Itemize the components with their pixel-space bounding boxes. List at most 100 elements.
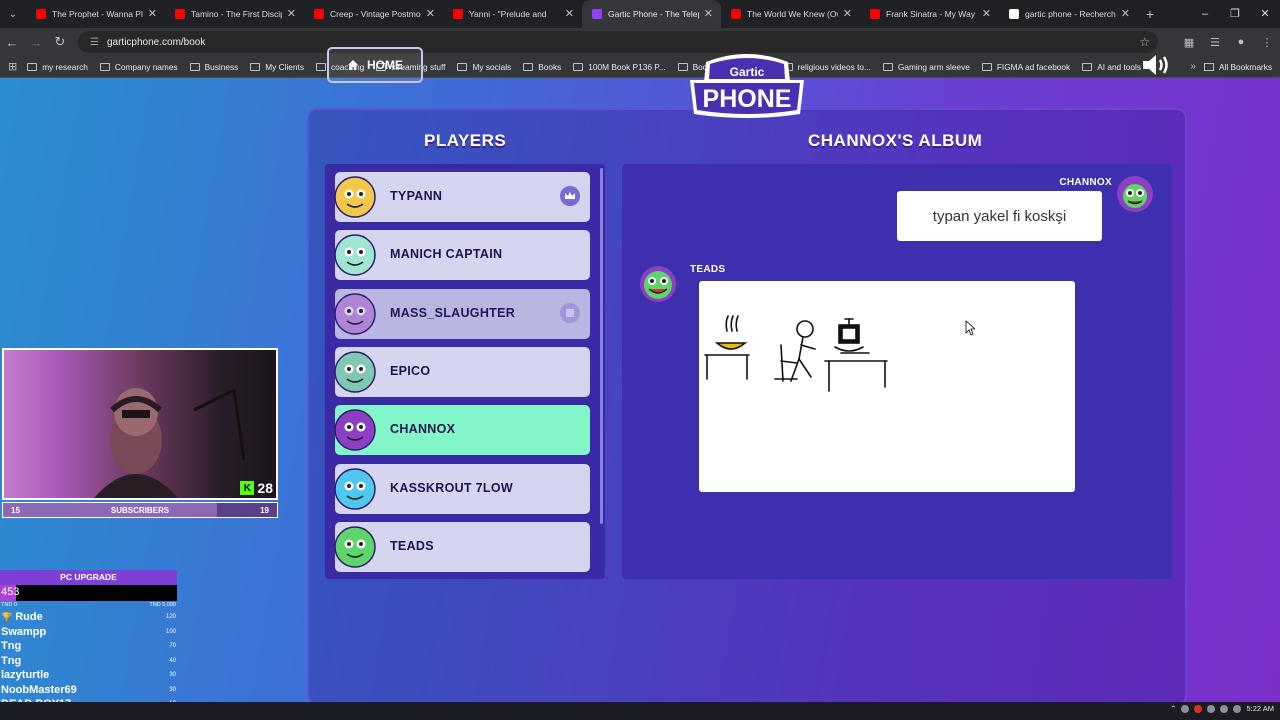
browser-tab[interactable]: The World We Knew (Ove ✕	[721, 0, 860, 28]
browser-tab[interactable]: Gartic Phone - The Teleph ✕	[582, 0, 721, 28]
donor-name: NoobMaster69	[1, 683, 77, 696]
bookmark-label: religious videos to...	[797, 61, 871, 72]
bookmark-folder[interactable]: AI and tools	[1082, 62, 1141, 72]
home-label: HOME	[367, 58, 403, 72]
upgrade-progress-bar: 453	[0, 585, 177, 601]
subs-label: SUBSCRIBERS	[110, 505, 170, 515]
url-text: garticphone.com/book	[106, 36, 206, 48]
upgrade-max: TND 5,000	[149, 602, 176, 608]
folder-icon	[250, 62, 261, 71]
browser-tab[interactable]: Tamino - The First Discipl ✕	[165, 0, 304, 28]
player-avatar	[334, 292, 376, 335]
sound-icon[interactable]	[1141, 53, 1173, 77]
bookmark-folder[interactable]: Books	[523, 62, 561, 72]
teads-drawing	[699, 281, 1075, 492]
tab-close-icon[interactable]: ✕	[287, 8, 296, 20]
bookmark-folder[interactable]: My Clients	[250, 62, 304, 72]
players-scrollbar[interactable]	[600, 168, 603, 524]
tab-close-icon[interactable]: ✕	[1121, 8, 1130, 20]
site-info-icon[interactable]: ☰	[90, 37, 99, 48]
player-row[interactable]: MASS_SLAUGHTER	[334, 288, 590, 339]
player-name: KASSKROUT 7LOW	[390, 480, 513, 495]
folder-icon	[981, 62, 992, 71]
player-avatar	[334, 351, 376, 393]
battery-icon[interactable]	[1233, 704, 1242, 713]
bookmark-folder[interactable]: 100M Book P136 P...	[573, 62, 666, 72]
svg-text:Gartic: Gartic	[730, 65, 765, 79]
tab-favicon-icon	[731, 9, 741, 19]
menu-icon[interactable]: ⋮	[1254, 36, 1280, 49]
bookmark-folder[interactable]: Company names	[99, 62, 178, 72]
donor-row: NoobMaster69 30	[0, 683, 177, 698]
browser-tab[interactable]: Creep - Vintage Postmod ✕	[304, 0, 443, 28]
upgrade-min: TND 0	[1, 602, 17, 608]
player-avatar	[334, 409, 376, 451]
player-row[interactable]: CHANNOX	[334, 405, 590, 456]
tab-close-icon[interactable]: ✕	[148, 8, 157, 20]
tab-favicon-icon	[592, 9, 602, 19]
folder-icon	[457, 62, 468, 71]
bookmark-label: Gaming arm sleeve	[897, 61, 970, 72]
home-icon	[348, 60, 358, 70]
kick-follower-badge: K 28	[240, 480, 273, 496]
player-row[interactable]: TYPANN	[334, 172, 590, 222]
tab-title: gartic phone - Recherche	[1025, 9, 1116, 19]
player-row[interactable]: TEADS	[334, 521, 590, 572]
tab-close-icon[interactable]: ✕	[704, 8, 713, 20]
folder-icon	[882, 62, 893, 71]
tray-chevron-icon[interactable]: ⌃	[1170, 704, 1176, 713]
restore-icon[interactable]: ❐	[1220, 0, 1250, 28]
profile-avatar[interactable]: ●	[1228, 36, 1254, 49]
donor-amount: 120	[165, 614, 176, 621]
tab-close-icon[interactable]: ✕	[426, 8, 435, 20]
tab-close-icon[interactable]: ✕	[843, 8, 852, 20]
forward-icon[interactable]: →	[24, 35, 48, 50]
bookmark-label: Books	[538, 61, 562, 72]
volume-icon[interactable]	[1220, 704, 1229, 713]
bookmark-folder[interactable]: my research	[27, 62, 88, 72]
donor-name: lazyturtle	[1, 669, 50, 682]
mic-icon[interactable]	[1181, 704, 1190, 713]
close-window-icon[interactable]: ✕	[1250, 0, 1280, 28]
new-tab-icon[interactable]: +	[1138, 6, 1162, 22]
bookmarks-overflow-icon[interactable]: »	[1190, 61, 1196, 72]
media-icon[interactable]: ☰	[1202, 36, 1228, 49]
minimize-icon[interactable]: –	[1190, 0, 1220, 28]
apps-grid-icon[interactable]: ⊞	[8, 60, 17, 73]
extensions-icon[interactable]: ▦	[1176, 36, 1202, 49]
tab-search-chevron-icon[interactable]: ⌄	[0, 0, 26, 28]
subscribers-bar: 15 SUBSCRIBERS 19	[2, 502, 278, 518]
player-name: CHANNOX	[390, 422, 456, 437]
player-row[interactable]: KASSKROUT 7LOW	[334, 463, 590, 514]
window-controls: – ❐ ✕	[1190, 0, 1280, 28]
tab-close-icon[interactable]: ✕	[982, 8, 991, 20]
tab-favicon-icon	[1009, 9, 1019, 19]
record-icon[interactable]	[1194, 704, 1203, 713]
bookmark-folder[interactable]: Business	[189, 62, 238, 72]
address-bar[interactable]: ☰ garticphone.com/book ☆	[78, 31, 1158, 53]
home-button[interactable]: HOME	[327, 47, 423, 83]
bookmark-star-icon[interactable]: ☆	[1139, 35, 1150, 49]
bookmark-folder[interactable]: FIGMA ad facebook	[981, 62, 1070, 72]
browser-tab[interactable]: gartic phone - Recherche ✕	[999, 0, 1138, 28]
network-icon[interactable]	[1207, 704, 1216, 713]
browser-tab[interactable]: The Prophet - Wanna Pla ✕	[26, 0, 165, 28]
browser-tab[interactable]: Frank Sinatra - My Way - ✕	[860, 0, 999, 28]
clock[interactable]: 5:22 AM	[1246, 704, 1274, 713]
bookmark-folder[interactable]: Gaming arm sleeve	[882, 61, 970, 72]
all-bookmarks-button[interactable]: All Bookmarks	[1203, 62, 1272, 72]
player-name: MANICH CAPTAIN	[390, 247, 503, 262]
browser-tab[interactable]: Yanni - "Prelude and ✕	[443, 0, 582, 28]
tab-close-icon[interactable]: ✕	[565, 8, 574, 20]
bookmark-folder[interactable]: My socials	[457, 62, 511, 72]
trophy-icon: 🏆	[1, 612, 13, 623]
player-row[interactable]: EPICO	[334, 346, 590, 397]
player-row[interactable]: MANICH CAPTAIN	[334, 230, 590, 281]
donor-name: Swampp	[1, 625, 47, 638]
tab-list: The Prophet - Wanna Pla ✕ Tamino - The Fir…	[26, 0, 1138, 28]
back-icon[interactable]: ←	[0, 35, 24, 50]
teads-avatar	[640, 266, 676, 302]
album-panel: CHANNOX typan yakel fi koskşi TEADS	[622, 164, 1172, 579]
reload-icon[interactable]: ↻	[48, 34, 72, 50]
pc-upgrade-widget: PC UPGRADE 453 TND 0 TND 5,000 🏆 Rude 120 S…	[0, 570, 177, 720]
